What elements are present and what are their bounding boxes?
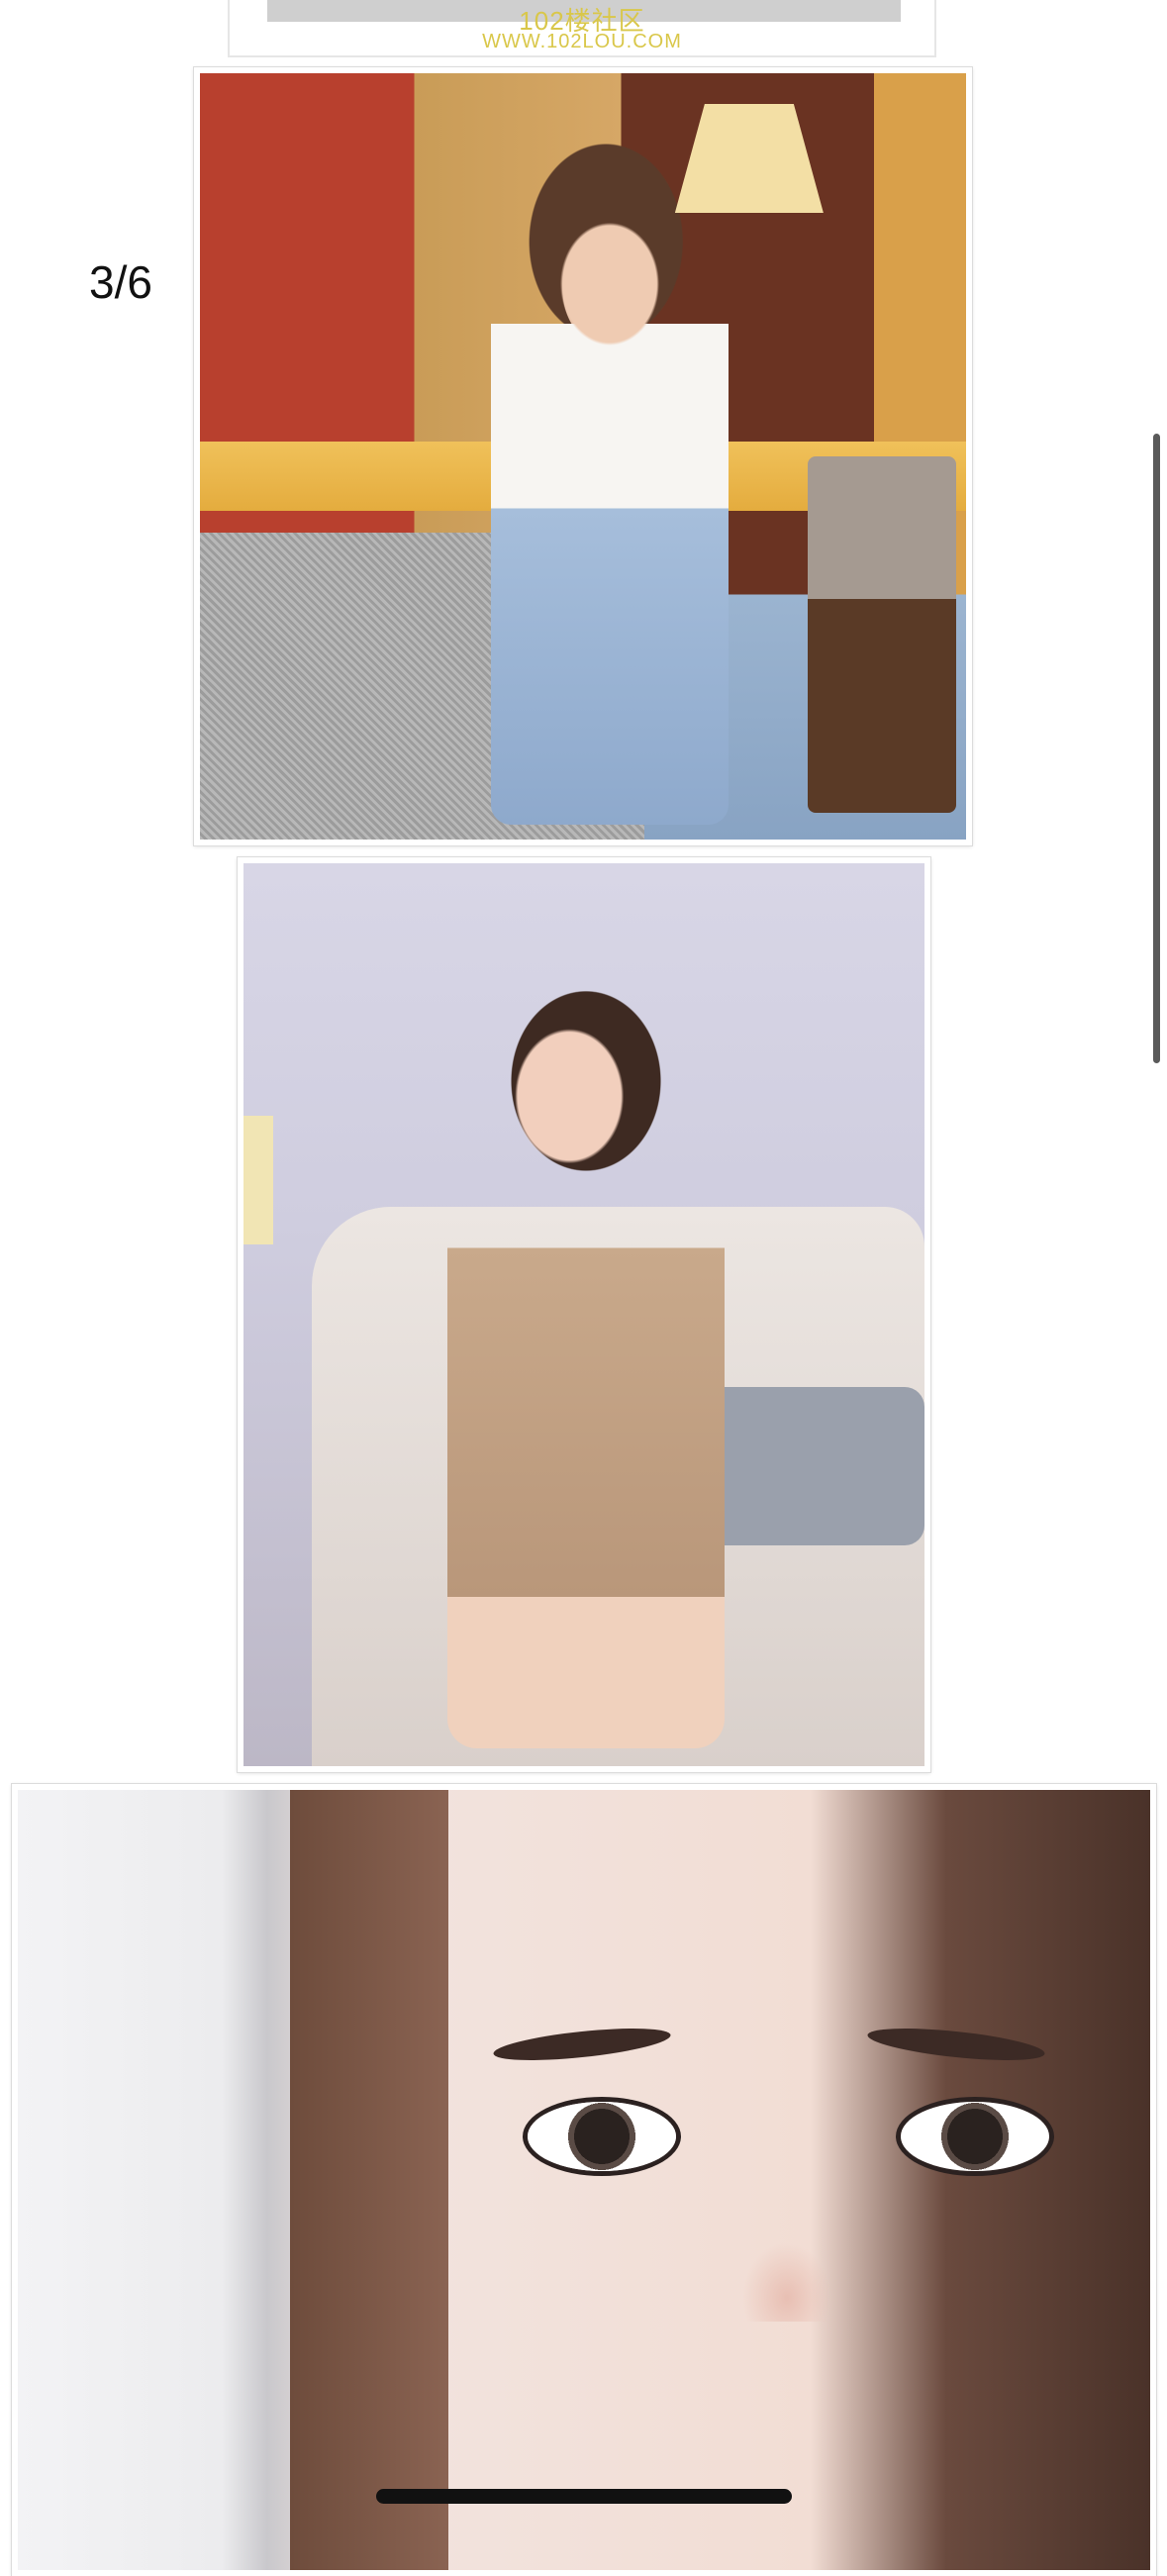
person-figure	[491, 164, 729, 825]
nose-shape	[742, 2242, 832, 2323]
photo-bar-scene-image	[200, 73, 966, 840]
eye-right	[901, 2102, 1050, 2172]
eyebrow-right	[866, 2022, 1046, 2067]
eye-left	[527, 2102, 676, 2172]
hair-shape	[289, 1790, 448, 2570]
photo-sofa-scene[interactable]	[238, 857, 930, 1772]
eyebrow-left	[492, 2022, 673, 2067]
person-figure	[447, 989, 726, 1748]
lamp-shape	[243, 1116, 273, 1245]
stool-shape	[808, 456, 956, 813]
photo-face-closeup-image	[18, 1790, 1150, 2570]
watermark-url: WWW.102LOU.COM	[482, 31, 682, 52]
page-counter: 3/6	[89, 256, 152, 308]
home-indicator[interactable]	[376, 2489, 792, 2504]
top-image-partial[interactable]: 102楼社区 WWW.102LOU.COM	[230, 0, 934, 55]
photo-bar-scene[interactable]	[194, 67, 972, 845]
photo-face-closeup[interactable]	[12, 1784, 1156, 2576]
scrollbar-thumb[interactable]	[1153, 434, 1160, 1063]
photo-sofa-scene-image	[243, 863, 924, 1766]
